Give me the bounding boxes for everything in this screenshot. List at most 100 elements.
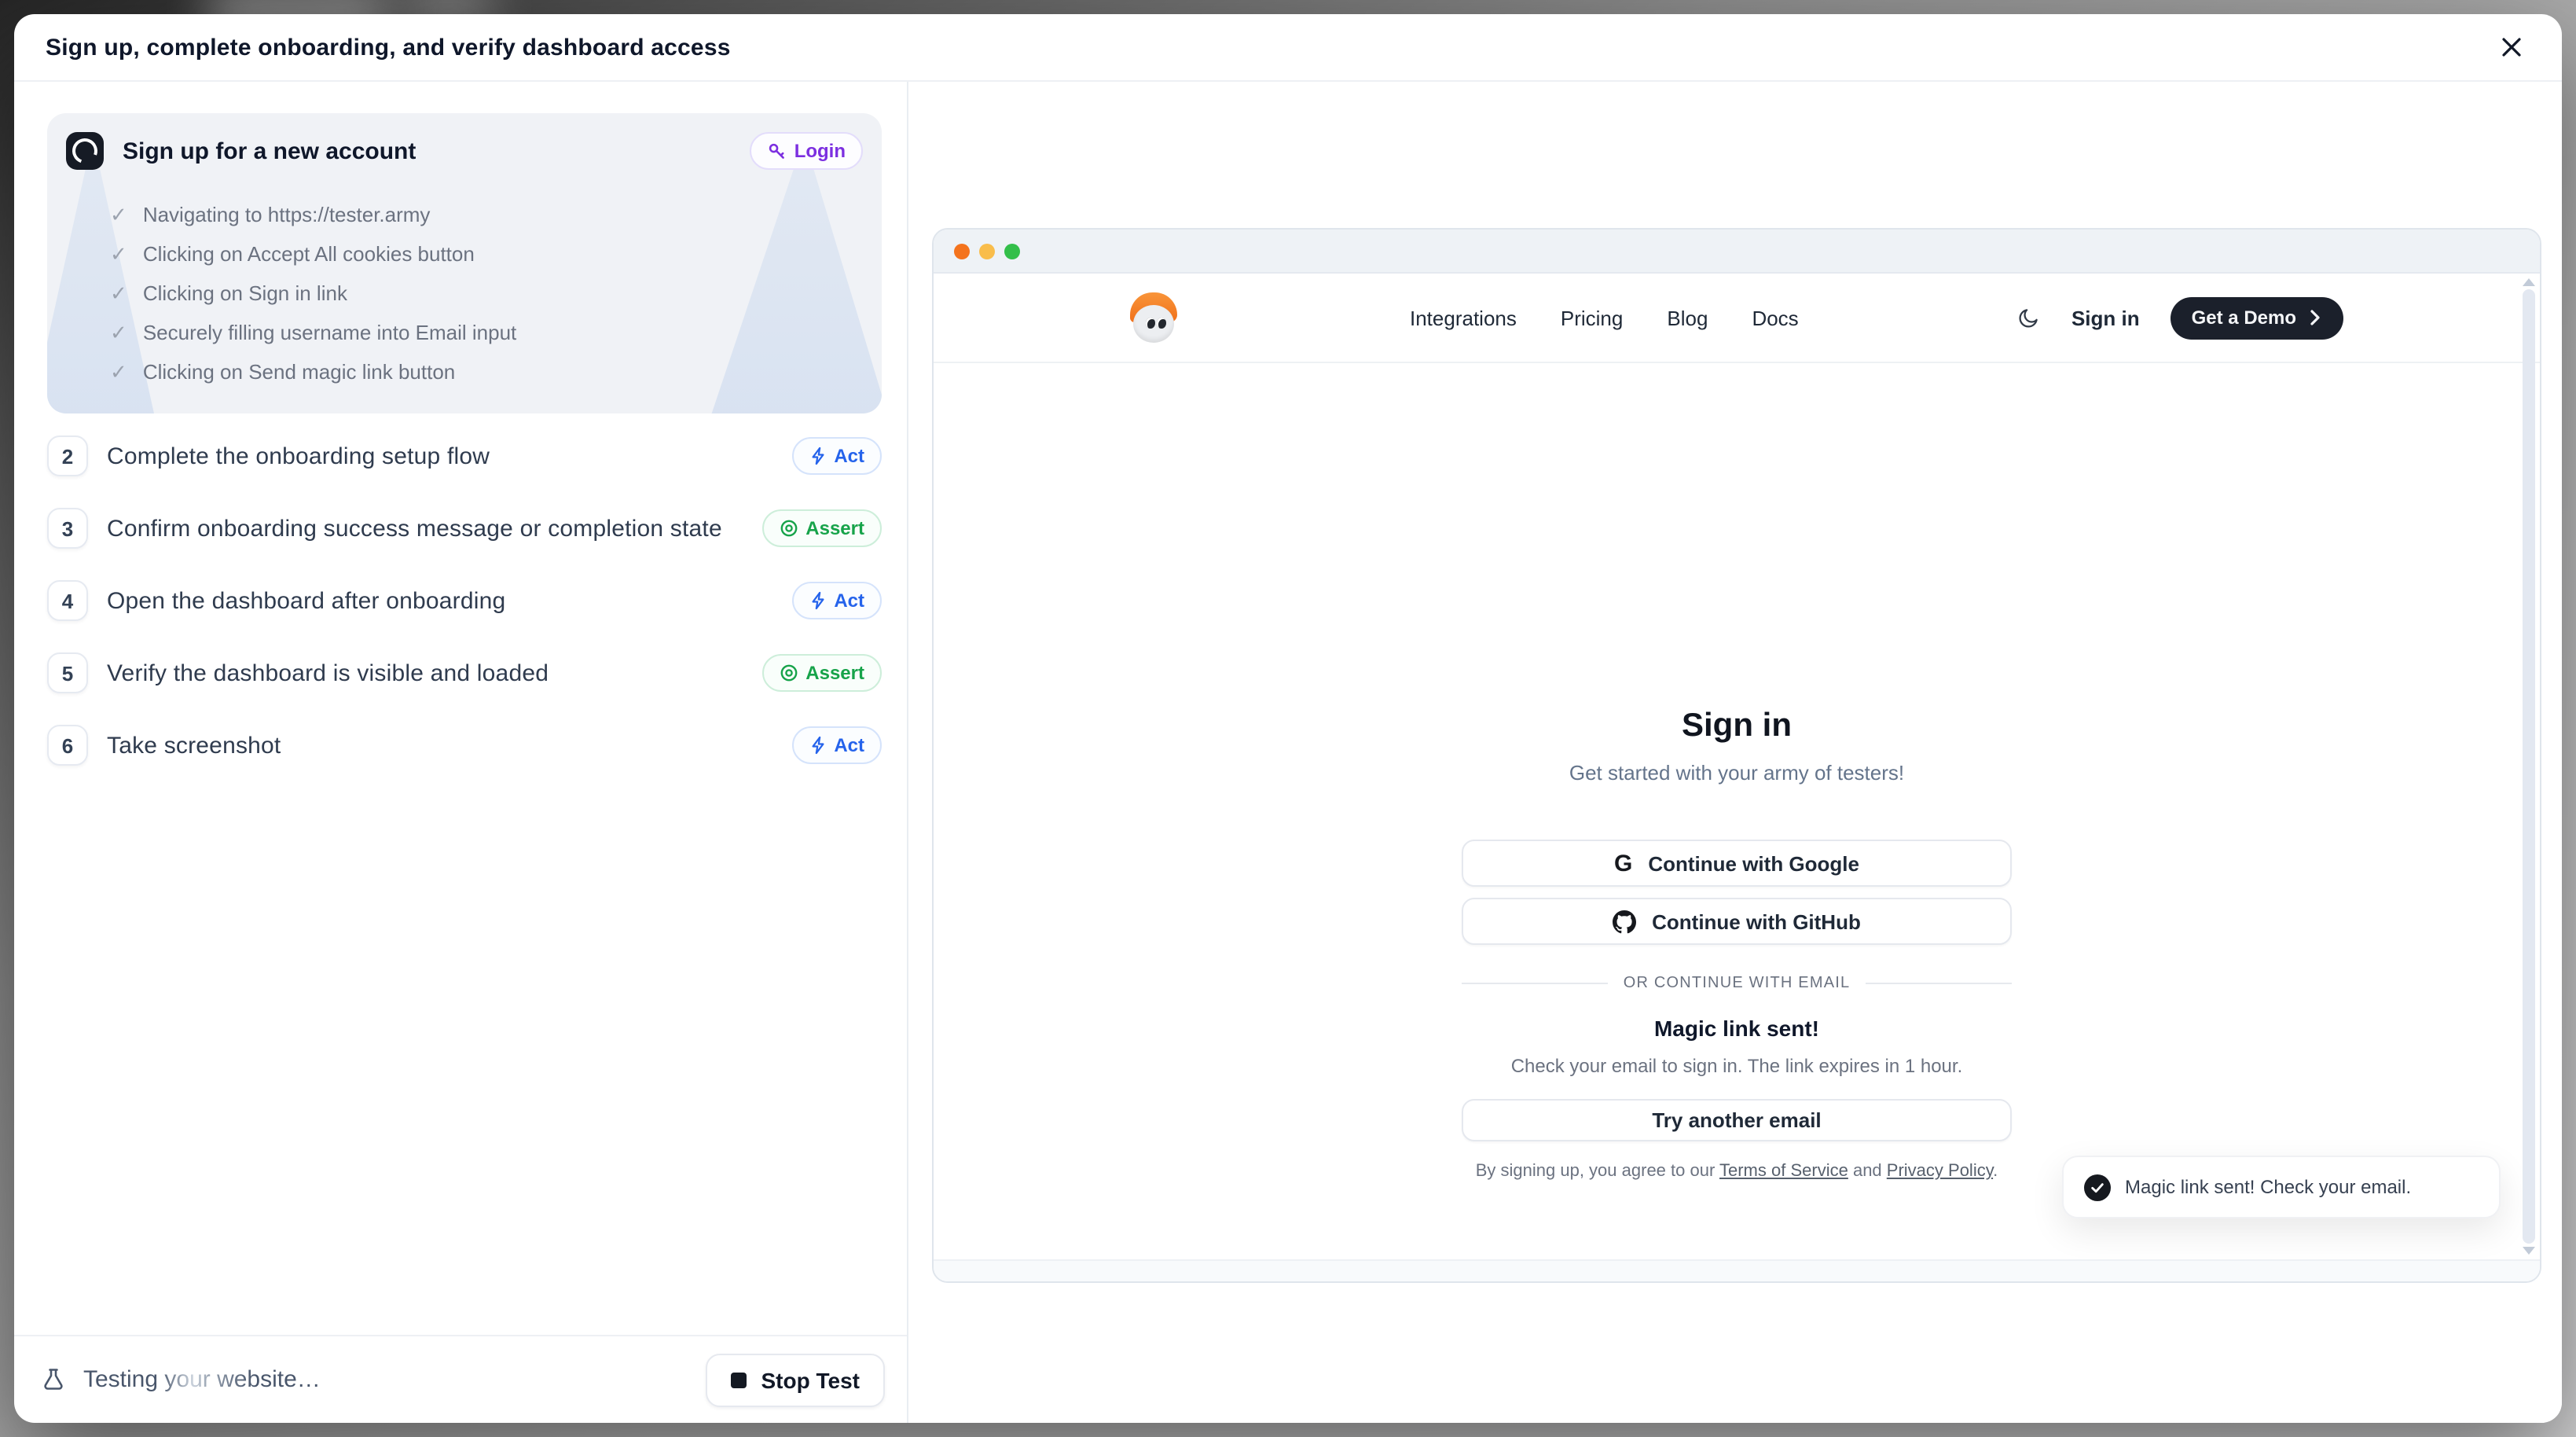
step-title: Confirm onboarding success message or co… [107, 515, 743, 542]
step-number: 2 [47, 436, 88, 476]
nav-link-docs[interactable]: Docs [1752, 306, 1798, 329]
try-another-email-label: Try another email [1652, 1108, 1821, 1132]
lightning-icon [809, 591, 826, 610]
check-icon: ✓ [110, 204, 127, 225]
divider-line [1866, 983, 2012, 984]
act-badge: Act [791, 437, 882, 475]
chevron-right-icon [2307, 310, 2323, 325]
toast-message: Magic link sent! Check your email. [2125, 1176, 2411, 1198]
toast-notification: Magic link sent! Check your email. [2062, 1156, 2501, 1218]
check-icon: ✓ [110, 244, 127, 264]
step-number: 3 [47, 508, 88, 549]
terms-text: By signing up, you agree to our Terms of… [1462, 1162, 2012, 1181]
nav-link-pricing[interactable]: Pricing [1561, 306, 1624, 329]
substep-row: ✓ Clicking on Sign in link [110, 274, 863, 313]
traffic-light-green [1004, 243, 1020, 259]
flask-icon [39, 1365, 68, 1394]
get-a-demo-button[interactable]: Get a Demo [2171, 296, 2343, 339]
step-number: 5 [47, 652, 88, 693]
assert-badge: Assert [761, 654, 882, 692]
browser-chrome [934, 230, 2540, 274]
close-button[interactable] [2493, 28, 2530, 66]
step-row[interactable]: 2 Complete the onboarding setup flow Act [47, 436, 882, 476]
test-runner-modal: Sign up, complete onboarding, and verify… [14, 14, 2562, 1423]
substep-label: Clicking on Accept All cookies button [143, 242, 475, 266]
active-step-title: Sign up for a new account [123, 138, 732, 164]
key-icon [768, 141, 787, 160]
step-title: Take screenshot [107, 732, 772, 759]
substep-row: ✓ Securely filling username into Email i… [110, 313, 863, 352]
stop-icon [732, 1372, 747, 1387]
assert-badge-label: Assert [805, 662, 864, 684]
act-badge: Act [791, 582, 882, 619]
nav-sign-in-link[interactable]: Sign in [2071, 306, 2140, 329]
substep-row: ✓ Clicking on Send magic link button [110, 352, 863, 391]
moon-icon[interactable] [2016, 306, 2040, 329]
act-badge-label: Act [834, 590, 864, 612]
nav-link-blog[interactable]: Blog [1667, 306, 1708, 329]
steps-panel: Sign up for a new account Login [14, 82, 908, 1423]
step-number: 6 [47, 725, 88, 766]
step-row[interactable]: 3 Confirm onboarding success message or … [47, 508, 882, 549]
try-another-email-button[interactable]: Try another email [1462, 1099, 2012, 1141]
substep-row: ✓ Navigating to https://tester.army [110, 195, 863, 234]
target-icon [779, 519, 798, 538]
step-row[interactable]: 4 Open the dashboard after onboarding Ac… [47, 580, 882, 621]
login-badge: Login [750, 132, 863, 170]
traffic-light-red [954, 243, 970, 259]
success-check-icon [2084, 1174, 2111, 1200]
nav-link-integrations[interactable]: Integrations [1410, 306, 1517, 329]
lightning-icon [809, 447, 826, 465]
site-logo[interactable] [1130, 292, 1177, 343]
terms-and: and [1848, 1162, 1887, 1181]
substep-label: Clicking on Send magic link button [143, 360, 455, 384]
close-icon [2497, 33, 2526, 61]
stop-test-label: Stop Test [761, 1367, 861, 1392]
scrollbar[interactable] [2521, 275, 2537, 1258]
browser-preview: Integrations Pricing Blog Docs Sign [932, 228, 2541, 1283]
substep-label: Clicking on Sign in link [143, 281, 347, 305]
act-badge-label: Act [834, 734, 864, 756]
scroll-down-arrow-icon[interactable] [2523, 1247, 2535, 1255]
magic-link-subtitle: Check your email to sign in. The link ex… [1462, 1055, 2012, 1077]
nav-links: Integrations Pricing Blog Docs [1410, 306, 1799, 329]
github-button-label: Continue with GitHub [1652, 910, 1861, 933]
auth-card: Sign in Get started with your army of te… [1462, 707, 2012, 1198]
logo-eye [1157, 318, 1166, 329]
check-icon: ✓ [110, 283, 127, 303]
assert-badge-label: Assert [805, 517, 864, 539]
scrollbar-thumb[interactable] [2523, 289, 2535, 1244]
terms-of-service-link[interactable]: Terms of Service [1719, 1162, 1848, 1181]
step-number: 4 [47, 580, 88, 621]
logo-eye [1146, 318, 1155, 329]
privacy-policy-link[interactable]: Privacy Policy [1887, 1162, 1993, 1181]
terms-suffix: . [1993, 1162, 1998, 1181]
step-spinner-icon [66, 132, 104, 170]
check-icon: ✓ [110, 322, 127, 343]
substep-label: Navigating to https://tester.army [143, 203, 431, 226]
scroll-up-arrow-icon[interactable] [2523, 278, 2535, 286]
continue-with-google-button[interactable]: G Continue with Google [1462, 840, 2012, 887]
check-icon: ✓ [110, 362, 127, 382]
continue-with-github-button[interactable]: Continue with GitHub [1462, 898, 2012, 945]
stop-test-button[interactable]: Stop Test [706, 1353, 886, 1406]
act-badge-label: Act [834, 445, 864, 467]
terms-prefix: By signing up, you agree to our [1476, 1162, 1719, 1181]
active-step-card: Sign up for a new account Login [47, 113, 882, 413]
step-row[interactable]: 6 Take screenshot Act [47, 725, 882, 766]
email-divider: OR CONTINUE WITH EMAIL [1462, 975, 2012, 992]
sign-in-heading: Sign in [1462, 707, 2012, 745]
preview-panel: Integrations Pricing Blog Docs Sign [908, 82, 2562, 1423]
divider-line [1462, 983, 1608, 984]
site-navbar: Integrations Pricing Blog Docs Sign [934, 274, 2540, 363]
step-title: Open the dashboard after onboarding [107, 587, 772, 614]
sign-in-subheading: Get started with your army of testers! [1462, 761, 2012, 785]
test-status-bar: Testing your website… Stop Test [14, 1335, 907, 1423]
step-row[interactable]: 5 Verify the dashboard is visible and lo… [47, 652, 882, 693]
site-viewport: Integrations Pricing Blog Docs Sign [934, 274, 2540, 1259]
act-badge: Act [791, 726, 882, 764]
step-title: Complete the onboarding setup flow [107, 443, 772, 469]
modal-header: Sign up, complete onboarding, and verify… [14, 14, 2562, 82]
login-badge-label: Login [794, 140, 846, 162]
traffic-light-yellow [979, 243, 995, 259]
